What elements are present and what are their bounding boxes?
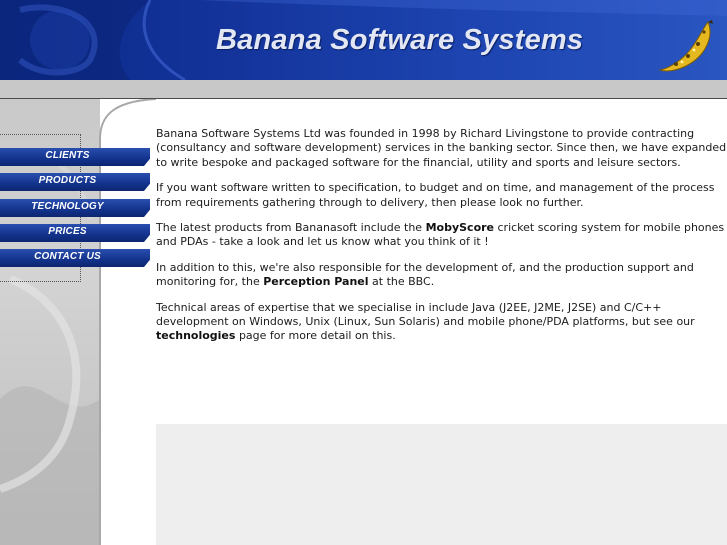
mobyscore-link[interactable]: MobyScore [426,221,494,234]
bottom-gray-panel [156,424,727,545]
main-nav: CLIENTS PRODUCTS TECHNOLOGY PRICES CONTA… [0,134,150,282]
nav-label-contact-us: CONTACT US [34,251,101,262]
nav-item-contact-us[interactable]: CONTACT US [0,249,150,267]
perception-panel-link[interactable]: Perception Panel [263,275,368,288]
nav-item-clients[interactable]: CLIENTS [0,148,150,166]
bbc-text-after: at the BBC. [368,275,435,289]
expertise-text-before: Technical areas of expertise that we spe… [156,300,695,329]
bbc-paragraph: In addition to this, we're also responsi… [156,261,727,290]
expertise-text-after: page for more detail on this. [235,329,396,343]
main-content: Banana Software Systems Ltd was founded … [156,127,727,355]
products-text-before: The latest products from Bananasoft incl… [156,221,426,235]
intro-paragraph: Banana Software Systems Ltd was founded … [156,127,727,169]
gray-divider-bar [0,80,727,99]
banana-logo-icon[interactable] [656,18,720,78]
header-banner: Banana Software Systems [0,0,727,80]
nav-label-products: PRODUCTS [38,175,97,186]
nav-item-technology[interactable]: TECHNOLOGY [0,199,150,217]
site-title: Banana Software Systems [216,24,584,56]
nav-label-clients: CLIENTS [45,150,90,161]
products-paragraph: The latest products from Bananasoft incl… [156,221,727,250]
nav-item-products[interactable]: PRODUCTS [0,173,150,191]
expertise-paragraph: Technical areas of expertise that we spe… [156,301,727,344]
services-paragraph: If you want software written to specific… [156,181,715,209]
page: Banana Software Systems CLIENTS PRODUCTS… [0,0,727,545]
nav-label-prices: PRICES [48,226,87,237]
nav-label-technology: TECHNOLOGY [31,201,104,212]
nav-item-prices[interactable]: PRICES [0,224,150,242]
technologies-link[interactable]: technologies [156,329,235,342]
